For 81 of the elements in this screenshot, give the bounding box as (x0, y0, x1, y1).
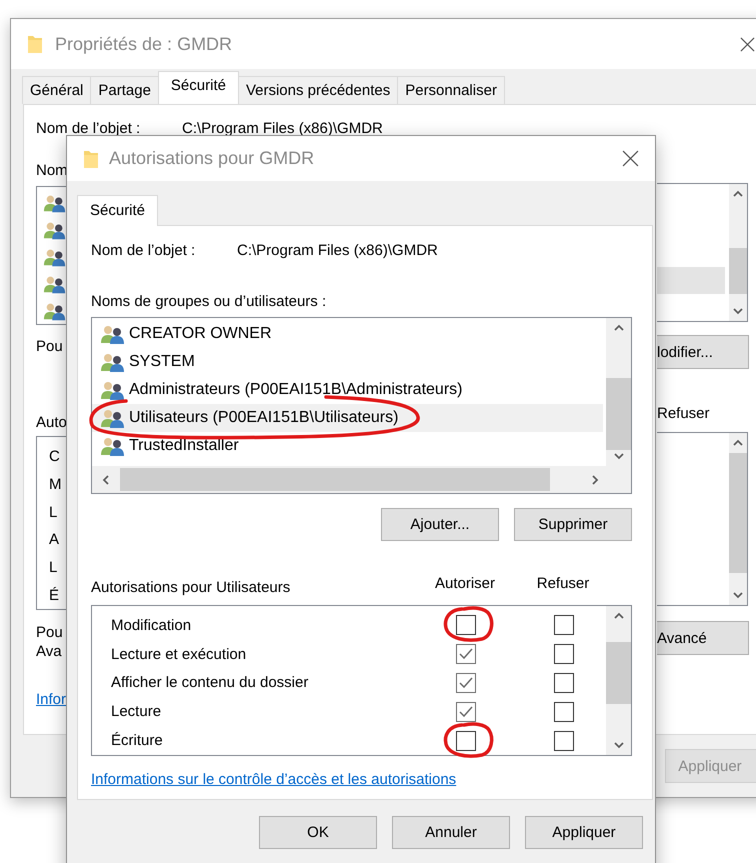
folder-icon (27, 34, 43, 54)
dialog-button[interactable]: Annuler (392, 816, 510, 849)
user-list-item[interactable]: Administrateurs (P00EAI151B\Administrateurs) (92, 376, 603, 404)
deny-checkbox[interactable] (554, 702, 574, 722)
user-group-icon (43, 220, 67, 240)
folder-icon (83, 148, 99, 168)
groups-label: Noms de groupes ou d’utilisateurs : (91, 293, 328, 310)
vertical-scrollbar[interactable] (729, 433, 747, 605)
allow-checkbox[interactable] (456, 615, 476, 636)
permission-name: Lecture (110, 703, 162, 720)
dialog-button[interactable]: OK (259, 816, 377, 849)
user-group-icon (100, 352, 126, 372)
advanced-button[interactable]: Avancé (657, 621, 749, 655)
vertical-scrollbar[interactable] (729, 184, 747, 321)
permissions-label: Auto (36, 413, 67, 432)
user-list-item[interactable]: SYSTEM (92, 348, 603, 376)
scrollbar-thumb[interactable] (606, 378, 631, 450)
edit-hint: Pou (36, 337, 64, 356)
permission-name: Lecture et exécution (110, 646, 248, 663)
permission-name: É (48, 586, 60, 606)
scrollbar-thumb[interactable] (729, 248, 747, 294)
info-link[interactable]: Infor (36, 691, 67, 708)
deny-checkbox[interactable] (554, 730, 574, 751)
info-link[interactable]: Informations sur le contrôle d’accès et les autorisations (91, 771, 456, 788)
allow-checkbox[interactable] (456, 644, 476, 664)
scrollbar-thumb[interactable] (729, 453, 747, 573)
allow-checkbox[interactable] (456, 730, 476, 751)
allow-checkbox[interactable] (456, 672, 476, 693)
scrollbar-thumb[interactable] (120, 468, 550, 491)
window-title: Propriétés de : GMDR (55, 34, 234, 54)
object-path: C:\Program Files (x86)\GMDR (182, 120, 383, 136)
user-list-item[interactable]: TrustedInstaller (92, 432, 603, 460)
scrollbar-thumb[interactable] (606, 642, 631, 704)
vertical-scrollbar[interactable] (606, 318, 631, 466)
tab[interactable]: Général (22, 76, 92, 104)
user-list-item[interactable]: CREATOR OWNER (92, 320, 603, 348)
user-group-icon (43, 300, 67, 320)
tab[interactable]: Sécurité (158, 71, 239, 104)
user-group-icon (100, 380, 126, 400)
permission-name: Afficher le contenu du dossier (110, 674, 310, 692)
deny-checkbox[interactable] (554, 615, 574, 636)
permission-name: Écriture (110, 732, 164, 750)
tab[interactable]: Sécurité (77, 195, 158, 226)
permission-name: A (48, 530, 60, 550)
permission-name: L (48, 558, 58, 578)
user-list-item[interactable]: Utilisateurs (P00EAI151B\Utilisateurs) (92, 404, 603, 432)
check-icon (459, 676, 473, 689)
remove-button[interactable]: Supprimer (514, 508, 632, 541)
user-group-icon (100, 324, 126, 344)
advanced-hint: Pou (36, 623, 64, 642)
object-path: C:\Program Files (x86)\GMDR (237, 242, 438, 258)
check-icon (459, 706, 473, 718)
user-group-icon (43, 192, 67, 212)
user-group-icon (100, 436, 126, 456)
groups-label: Nom (36, 161, 67, 180)
allow-checkbox[interactable] (456, 702, 476, 722)
allow-header: Autoriser (434, 575, 496, 592)
dialog-title: Autorisations pour GMDR (109, 148, 316, 169)
permission-name: Modification (110, 616, 192, 634)
vertical-scrollbar[interactable] (606, 606, 631, 755)
deny-header: Refuser (536, 575, 590, 592)
edit-button[interactable]: lodifier... (657, 335, 749, 369)
horizontal-scrollbar[interactable] (92, 466, 631, 493)
advanced-hint: Ava (36, 642, 63, 661)
permission-name: C (48, 447, 61, 468)
dialog-button[interactable]: Appliquer (525, 816, 643, 849)
deny-header: Refuser (657, 404, 711, 423)
close-icon[interactable] (622, 150, 639, 167)
object-label: Nom de l’objet : (91, 242, 196, 258)
check-icon (459, 648, 473, 660)
user-group-icon (100, 408, 126, 428)
permission-name: M (48, 475, 62, 495)
user-group-icon (43, 246, 67, 266)
deny-checkbox[interactable] (554, 672, 574, 693)
add-button[interactable]: Ajouter... (381, 508, 499, 541)
user-group-icon (43, 274, 67, 294)
tab[interactable]: Personnaliser (397, 76, 505, 104)
deny-checkbox[interactable] (554, 644, 574, 664)
close-icon[interactable] (740, 36, 755, 52)
object-label: Nom de l’objet : (36, 120, 142, 136)
permission-name: L (48, 502, 58, 523)
